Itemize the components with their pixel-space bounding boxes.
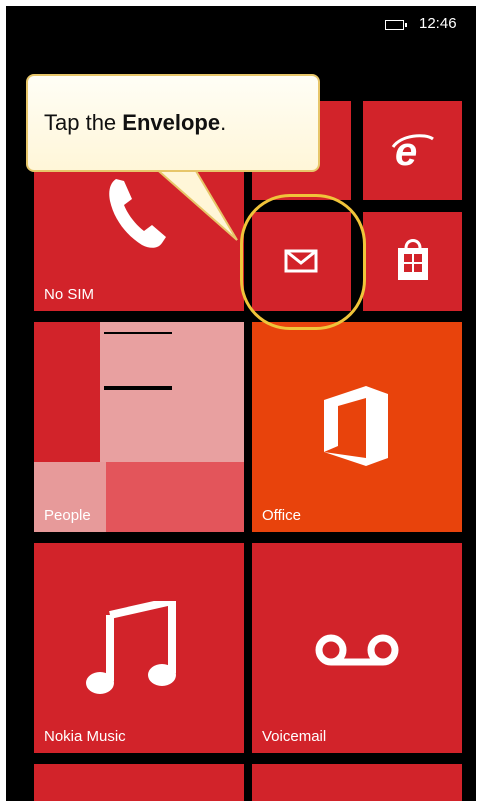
phone-screen: 12:46 No SIM e People Office Nokia Music… — [6, 6, 476, 801]
callout-tail — [151, 166, 238, 241]
tile-label-office: Office — [262, 507, 301, 524]
tile-label-phone: No SIM — [44, 286, 95, 303]
tile-office[interactable]: Office — [252, 322, 462, 532]
people-photo-2 — [104, 332, 172, 334]
status-clock: 12:46 — [419, 15, 457, 32]
tile-people[interactable]: People — [34, 322, 244, 532]
tile-voicemail[interactable]: Voicemail — [252, 543, 462, 753]
instruction-callout: Tap the Envelope. — [26, 74, 320, 172]
tile-nokia-music[interactable]: Nokia Music — [34, 543, 244, 753]
callout-text: Tap the Envelope. — [44, 110, 226, 136]
voicemail-icon — [315, 634, 399, 666]
tile-bottom-left[interactable] — [34, 764, 244, 801]
people-photo-1 — [100, 322, 244, 462]
battery-icon — [385, 20, 407, 30]
callout-suffix: . — [220, 110, 227, 135]
people-photo-5 — [106, 462, 244, 532]
envelope-highlight-ring — [240, 194, 366, 330]
callout-emphasis: Envelope — [122, 110, 221, 135]
tile-internet-explorer[interactable]: e — [363, 101, 462, 200]
callout-prefix: Tap the — [44, 110, 123, 135]
internet-explorer-icon: e — [391, 131, 434, 171]
tile-bottom-right[interactable] — [252, 764, 462, 801]
status-bar: 12:46 — [6, 6, 476, 40]
tile-label-people: People — [44, 507, 91, 524]
tile-label-nokia-music: Nokia Music — [44, 728, 126, 745]
tile-label-voicemail: Voicemail — [262, 728, 327, 745]
music-note-icon — [86, 601, 176, 694]
store-icon — [398, 239, 428, 280]
tile-store[interactable] — [363, 212, 462, 311]
office-icon — [324, 386, 388, 466]
people-photo-3 — [104, 386, 172, 390]
